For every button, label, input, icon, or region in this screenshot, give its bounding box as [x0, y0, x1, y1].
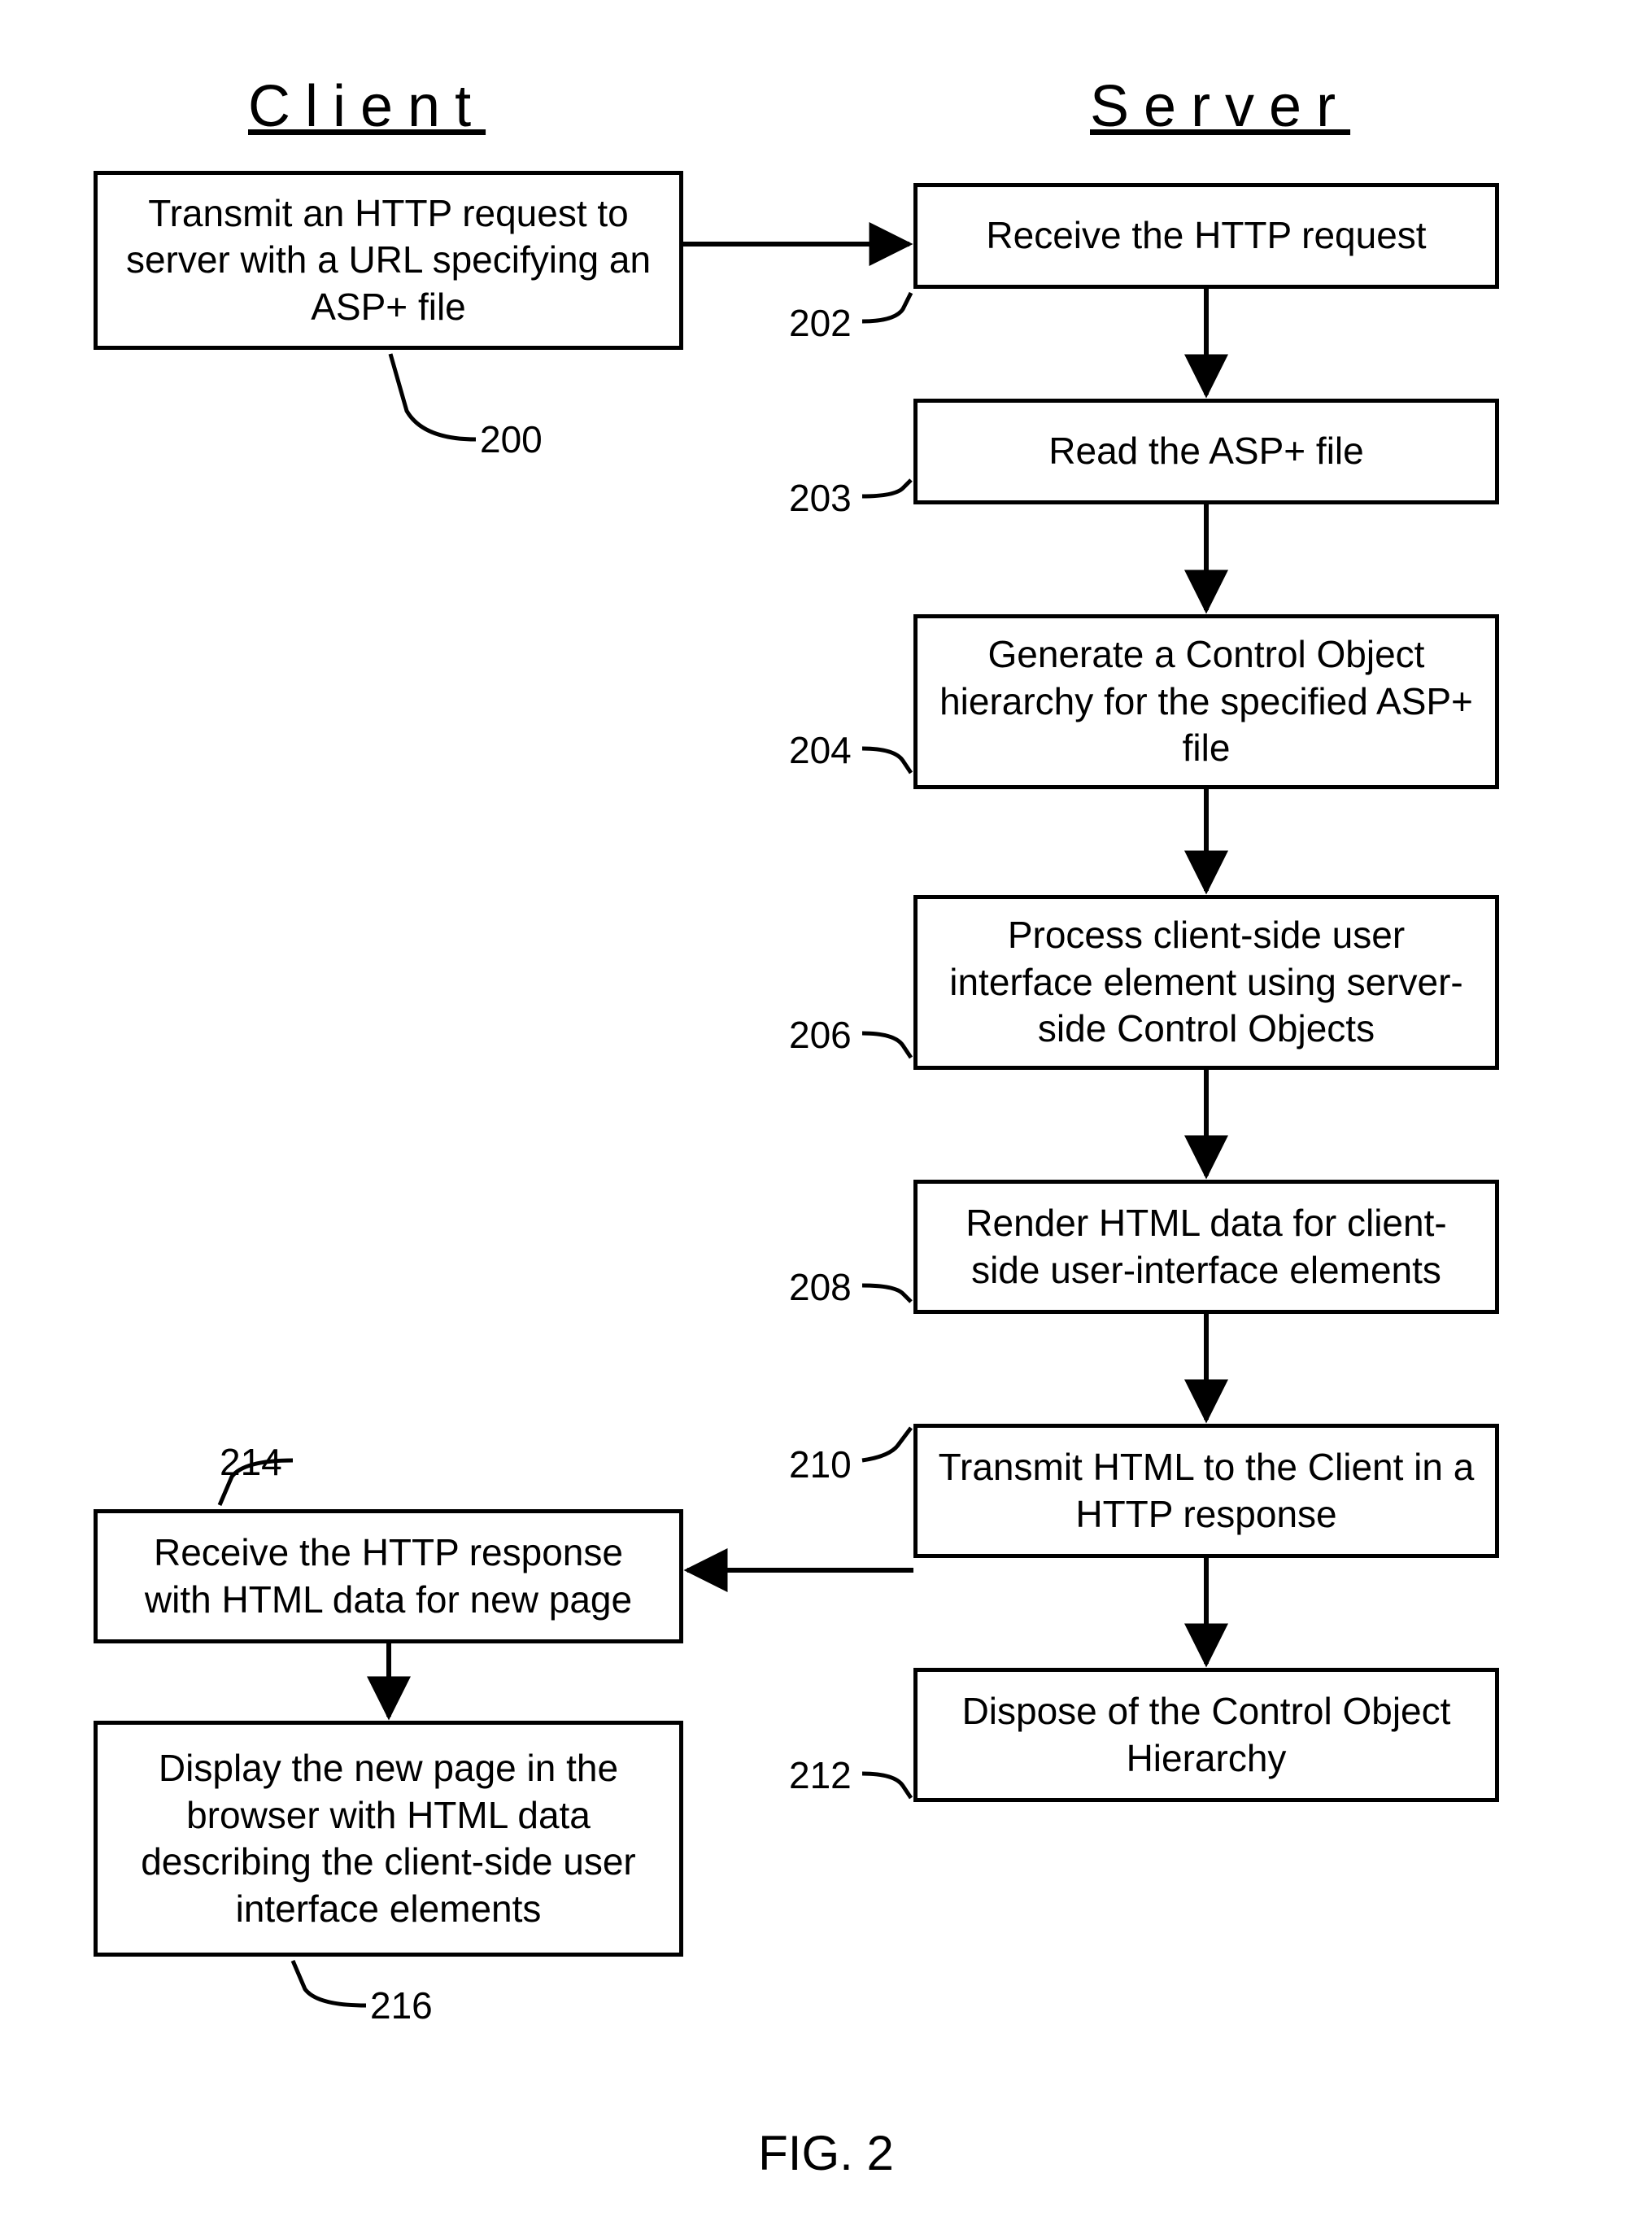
box-204: Generate a Control Object hierarchy for … [913, 614, 1499, 789]
box-202: Receive the HTTP request [913, 183, 1499, 289]
leader-212 [862, 1774, 911, 1798]
figure-caption: FIG. 2 [758, 2125, 894, 2181]
client-header: Client [248, 73, 486, 140]
leader-208 [862, 1285, 911, 1302]
ref-203: 203 [789, 476, 852, 520]
ref-210: 210 [789, 1442, 852, 1486]
leader-216 [293, 1961, 366, 2005]
box-203: Read the ASP+ file [913, 399, 1499, 504]
ref-216: 216 [370, 1983, 433, 2027]
box-206: Process client-side user interface eleme… [913, 895, 1499, 1070]
box-210: Transmit HTML to the Client in a HTTP re… [913, 1424, 1499, 1558]
ref-202: 202 [789, 301, 852, 345]
ref-204: 204 [789, 728, 852, 772]
ref-200: 200 [480, 417, 543, 461]
leader-206 [862, 1033, 911, 1058]
leader-203 [862, 480, 911, 496]
ref-208: 208 [789, 1265, 852, 1309]
box-214: Receive the HTTP response with HTML data… [94, 1509, 683, 1643]
ref-212: 212 [789, 1753, 852, 1797]
leader-210 [862, 1428, 911, 1460]
box-200: Transmit an HTTP request to server with … [94, 171, 683, 350]
ref-214: 214 [220, 1440, 282, 1484]
ref-206: 206 [789, 1013, 852, 1057]
leader-202 [862, 293, 911, 321]
server-header: Server [1090, 73, 1350, 140]
box-212: Dispose of the Control Object Hierarchy [913, 1668, 1499, 1802]
diagram-page: Client Server Transmit an HTTP request t… [0, 0, 1652, 2230]
leader-204 [862, 748, 911, 773]
box-216: Display the new page in the browser with… [94, 1721, 683, 1957]
box-208: Render HTML data for client-side user-in… [913, 1180, 1499, 1314]
leader-200 [390, 354, 476, 439]
